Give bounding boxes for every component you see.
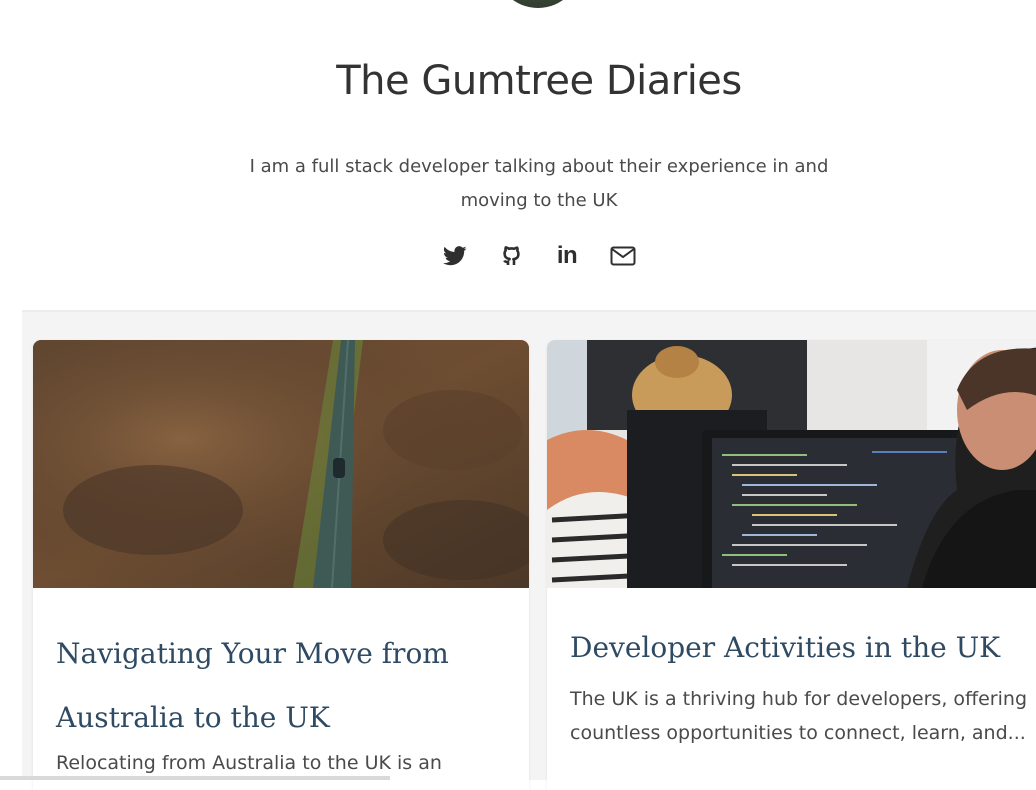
horizontal-scrollbar[interactable] [0,776,390,780]
post-excerpt: Relocating from Australia to the UK is a… [56,752,442,774]
post-image-aerial-road[interactable] [33,340,529,588]
social-links: in [0,240,1036,272]
post-image-developers[interactable] [547,340,1036,588]
github-link[interactable] [496,240,526,272]
linkedin-icon: in [556,242,578,269]
github-icon [503,246,520,265]
site-tagline: I am a full stack developer talking abou… [0,150,1036,218]
post-card[interactable]: Developer Activities in the UK The UK is… [547,340,1036,790]
post-title[interactable]: Developer Activities in the UK [570,628,1030,668]
email-link[interactable] [608,240,638,272]
linkedin-link[interactable]: in [552,240,582,272]
tagline-line-1: I am a full stack developer talking abou… [249,156,829,177]
post-title[interactable]: Navigating Your Move from Australia to t… [56,622,496,750]
post-card[interactable]: Navigating Your Move from Australia to t… [33,340,529,790]
site-title[interactable]: The Gumtree Diaries [0,58,1036,104]
author-avatar[interactable] [495,0,581,8]
twitter-icon [443,246,467,266]
envelope-icon [610,246,636,266]
post-excerpt: The UK is a thriving hub for developers,… [570,688,1028,744]
tagline-line-2: moving to the UK [460,190,618,211]
twitter-link[interactable] [440,240,470,272]
